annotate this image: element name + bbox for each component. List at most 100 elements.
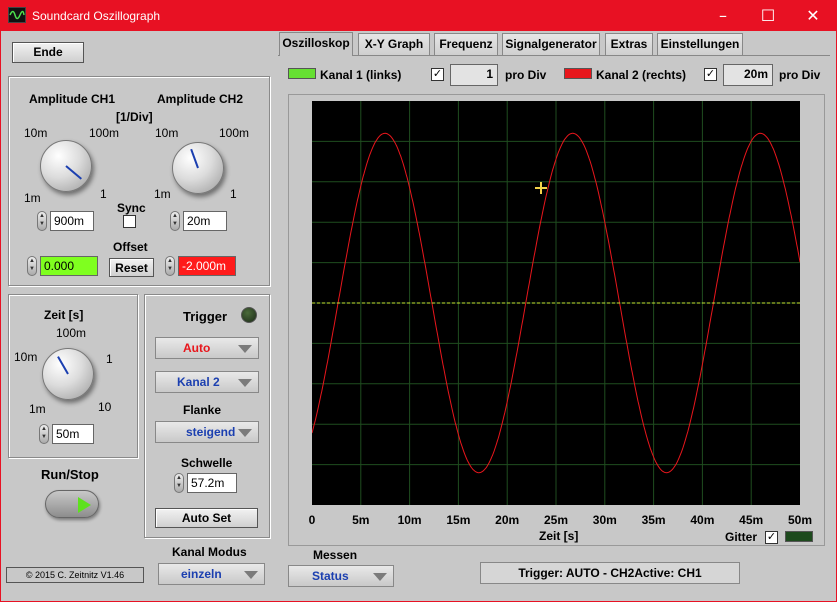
x-tick-label: 45m xyxy=(739,513,764,527)
minimize-button[interactable]: – xyxy=(700,0,746,31)
x-tick-label: 20m xyxy=(495,513,520,527)
flanke-label: Flanke xyxy=(183,403,222,417)
ch2-tick-10m: 10m xyxy=(155,126,179,140)
x-tick-label: 10m xyxy=(397,513,422,527)
schwelle-spinner[interactable]: ▲ ▼ xyxy=(174,473,184,493)
gitter-checkbox[interactable]: ✓ xyxy=(765,531,778,544)
ch2-amplitude-input[interactable]: 20m xyxy=(183,211,227,231)
x-tick-label: 5m xyxy=(352,513,370,527)
tab-xy-graph[interactable]: X-Y Graph xyxy=(358,33,430,55)
amplitude-ch1-title: Amplitude CH1 xyxy=(29,92,116,106)
kanal2-scale-input[interactable]: 20m xyxy=(723,64,773,86)
sync-checkbox[interactable] xyxy=(123,215,136,228)
tab-frequenz[interactable]: Frequenz xyxy=(434,33,498,55)
amplitude-ch1-knob[interactable] xyxy=(40,140,92,192)
amplitude-ch2-title: Amplitude CH2 xyxy=(157,92,244,106)
gitter-color-swatch[interactable] xyxy=(785,531,813,542)
zeit-tick-10m: 10m xyxy=(14,350,38,364)
tab-divider xyxy=(278,55,830,56)
zeit-tick-1m: 1m xyxy=(29,402,46,416)
scope-display[interactable] xyxy=(311,101,801,505)
x-tick-label: 0 xyxy=(308,513,316,527)
offset-label: Offset xyxy=(113,240,148,254)
offset-ch2-input[interactable]: -2.000m xyxy=(178,256,236,276)
trigger-mode-dropdown[interactable]: Auto xyxy=(155,337,259,359)
chevron-down-icon xyxy=(238,379,252,387)
maximize-button[interactable]: ☐ xyxy=(745,0,791,31)
reset-button[interactable]: Reset xyxy=(109,258,154,277)
zeit-title: Zeit [s] xyxy=(44,308,84,322)
window-title: Soundcard Oszillograph xyxy=(32,9,161,23)
ch2-tick-1: 1 xyxy=(230,187,237,201)
ch1-tick-1: 1 xyxy=(100,187,107,201)
knob-pointer xyxy=(57,356,69,375)
kanal-modus-dropdown[interactable]: einzeln xyxy=(158,563,265,585)
runstop-button[interactable] xyxy=(45,490,99,518)
offset-ch1-spinner[interactable]: ▲ ▼ xyxy=(27,256,37,276)
trigger-channel-value: Kanal 2 xyxy=(177,375,220,389)
ende-button[interactable]: Ende xyxy=(12,42,84,63)
kanal2-color-swatch[interactable] xyxy=(564,68,592,79)
zeit-tick-1: 1 xyxy=(106,352,113,366)
trigger-status-display: Trigger: AUTO - CH2Active: CH1 xyxy=(480,562,740,584)
play-icon xyxy=(78,497,91,513)
tab-extras[interactable]: Extras xyxy=(605,33,653,55)
trigger-channel-dropdown[interactable]: Kanal 2 xyxy=(155,371,259,393)
zeit-tick-10: 10 xyxy=(98,400,112,414)
amplitude-unit-label: [1/Div] xyxy=(116,110,153,124)
flanke-dropdown[interactable]: steigend xyxy=(155,421,259,443)
offset-ch1-input[interactable]: 0.000 xyxy=(40,256,98,276)
tab-einstellungen[interactable]: Einstellungen xyxy=(657,33,743,55)
sync-label: Sync xyxy=(117,201,146,215)
kanal-modus-value: einzeln xyxy=(181,567,222,581)
offset-ch2-spinner[interactable]: ▲ ▼ xyxy=(165,256,175,276)
kanal1-scale-input[interactable]: 1 xyxy=(450,64,498,86)
x-tick-label: 25m xyxy=(543,513,569,527)
knob-pointer xyxy=(65,165,82,180)
x-tick-label: 35m xyxy=(641,513,666,527)
zeit-tick-100m: 100m xyxy=(56,326,87,340)
ch1-tick-100m: 100m xyxy=(89,126,120,140)
ch1-tick-1m: 1m xyxy=(24,191,41,205)
amplitude-ch2-knob[interactable] xyxy=(172,142,224,194)
pro-div-label-1: pro Div xyxy=(505,68,547,82)
kanal2-checkbox[interactable]: ✓ xyxy=(704,68,717,81)
flanke-value: steigend xyxy=(186,425,236,439)
x-tick-label: 15m xyxy=(446,513,471,527)
messen-dropdown[interactable]: Status xyxy=(288,565,394,587)
knob-pointer xyxy=(190,148,199,169)
zeit-spinner[interactable]: ▲ ▼ xyxy=(39,424,49,444)
ch1-amplitude-input[interactable]: 900m xyxy=(50,211,94,231)
x-axis-label: Zeit [s] xyxy=(539,529,579,543)
kanal2-label: Kanal 2 (rechts) xyxy=(596,68,687,82)
x-tick-label: 40m xyxy=(690,513,715,527)
trigger-title: Trigger xyxy=(183,309,228,324)
gitter-label: Gitter xyxy=(725,530,758,544)
ch2-tick-1m: 1m xyxy=(154,187,171,201)
scope-plot xyxy=(311,101,801,505)
ch2-spinner[interactable]: ▲ ▼ xyxy=(170,211,180,231)
auto-set-button[interactable]: Auto Set xyxy=(155,508,258,528)
schwelle-label: Schwelle xyxy=(181,456,233,470)
trigger-led-icon xyxy=(241,307,257,323)
messen-value: Status xyxy=(312,569,349,583)
schwelle-input[interactable]: 57.2m xyxy=(187,473,237,493)
app-icon xyxy=(8,7,26,23)
tab-oszilloskop[interactable]: Oszilloskop xyxy=(279,32,353,56)
kanal-modus-label: Kanal Modus xyxy=(172,545,247,559)
zeit-knob[interactable] xyxy=(42,348,94,400)
ch1-spinner[interactable]: ▲ ▼ xyxy=(37,211,47,231)
x-tick-label: 50m xyxy=(787,513,813,527)
x-tick-label: 30m xyxy=(592,513,617,527)
kanal1-checkbox[interactable]: ✓ xyxy=(431,68,444,81)
runstop-label: Run/Stop xyxy=(41,467,99,482)
zeit-input[interactable]: 50m xyxy=(52,424,94,444)
ch1-tick-10m: 10m xyxy=(24,126,48,140)
pro-div-label-2: pro Div xyxy=(779,68,821,82)
cursor-crosshair-icon[interactable] xyxy=(535,182,547,194)
close-button[interactable]: ✕ xyxy=(790,0,836,31)
tab-signalgenerator[interactable]: Signalgenerator xyxy=(502,33,600,55)
kanal1-color-swatch[interactable] xyxy=(288,68,316,79)
title-bar: Soundcard Oszillograph – ☐ ✕ xyxy=(0,0,837,31)
chevron-down-icon xyxy=(373,573,387,581)
